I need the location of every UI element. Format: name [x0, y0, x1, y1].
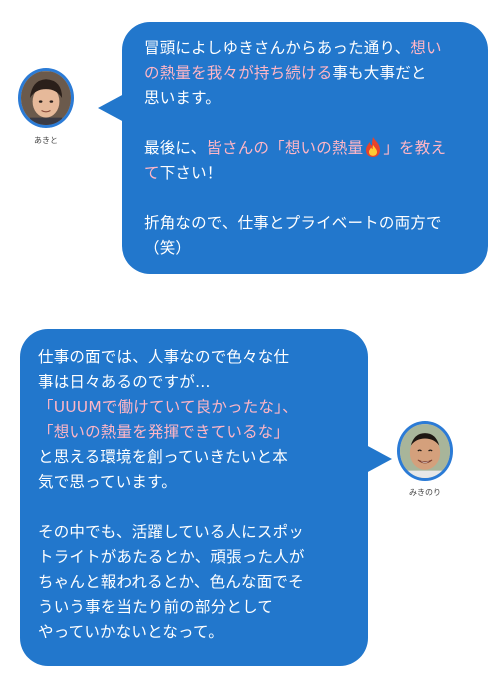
- message-line: 最後に、皆さんの「想いの熱量 」を教え: [144, 136, 472, 161]
- message-text: 最後に、: [144, 139, 207, 157]
- message-text: と思える環境を創っていきたいと本: [38, 448, 288, 466]
- highlighted-text: 想い: [410, 39, 442, 57]
- message-text: 仕事の面では、人事なので色々な仕: [38, 348, 290, 366]
- message-line: トライトがあたるとか、頑張った人が: [38, 545, 354, 570]
- message-text: 気で思っています。: [38, 473, 177, 491]
- message-bubble-akito: 冒頭によしゆきさんからあった通り、想い の熱量を我々が持ち続ける事も大事だと 思いま…: [98, 22, 488, 274]
- message-bubble-mikinori: 仕事の面では、人事なので色々な仕 事は日々あるのですが… 「UUUMで働けていて良か…: [20, 329, 392, 666]
- message-text: その中でも、活躍している人にスポッ: [38, 523, 304, 541]
- message-line: 仕事の面では、人事なので色々な仕: [38, 345, 354, 370]
- highlighted-text: て: [144, 164, 160, 182]
- message-line: と思える環境を創っていきたいと本: [38, 445, 354, 470]
- message-text: （笑）: [144, 239, 192, 257]
- message-text: 下さい！: [159, 164, 223, 182]
- message-text: 事も大事だと: [332, 64, 427, 82]
- message-text-akito: 冒頭によしゆきさんからあった通り、想い の熱量を我々が持ち続ける事も大事だと 思いま…: [144, 36, 472, 261]
- message-line: 思います。: [144, 86, 472, 111]
- message-line: 「UUUMで働けていて良かったな」、: [38, 395, 354, 420]
- message-line: て下さい！: [144, 161, 472, 186]
- avatar-mikinori: [397, 421, 453, 481]
- message-text: ちゃんと報われるとか、色んな面でそ: [38, 573, 304, 591]
- avatar-mikinori-photo: [400, 424, 450, 478]
- message-text-mikinori: 仕事の面では、人事なので色々な仕 事は日々あるのですが… 「UUUMで働けていて良か…: [38, 345, 354, 645]
- message-text: 事は日々あるのですが…: [38, 373, 211, 391]
- message-line: 折角なので、仕事とプライベートの両方で: [144, 211, 472, 236]
- message-text: 冒頭によしゆきさんからあった通り、: [144, 39, 411, 57]
- fire-emoji-icon: [363, 137, 383, 157]
- avatar-akito: [18, 68, 74, 128]
- message-line: の熱量を我々が持ち続ける事も大事だと: [144, 61, 472, 86]
- avatar-akito-photo: [21, 71, 71, 125]
- speaker-name-mikinori: みきのり: [409, 488, 441, 497]
- message-line: （笑）: [144, 236, 472, 261]
- message-line: 「想いの熱量を発揮できているな」: [38, 420, 354, 445]
- highlighted-text: の熱量を我々が持ち続ける: [144, 64, 333, 82]
- message-line: その中でも、活躍している人にスポッ: [38, 520, 354, 545]
- message-line: ういう事を当たり前の部分として: [38, 595, 354, 620]
- message-line: やっていかないとなって。: [38, 620, 354, 645]
- bubble-tail: [366, 445, 392, 473]
- highlighted-text: 皆さんの「想いの熱量: [206, 139, 364, 157]
- bubble-tail: [98, 94, 124, 122]
- message-text: 折角なので、仕事とプライベートの両方で: [144, 214, 442, 232]
- speaker-name-akito: あきと: [34, 136, 58, 145]
- highlighted-text: 「UUUMで働けていて良かったな」、: [38, 398, 298, 416]
- message-line: 事は日々あるのですが…: [38, 370, 354, 395]
- message-text: トライトがあたるとか、頑張った人が: [38, 548, 305, 566]
- message-text: やっていかないとなって。: [38, 623, 224, 641]
- message-line: 冒頭によしゆきさんからあった通り、想い: [144, 36, 472, 61]
- message-line: 気で思っています。: [38, 470, 354, 495]
- message-text: ういう事を当たり前の部分として: [38, 598, 274, 616]
- highlighted-text: 」を教え: [383, 139, 447, 157]
- message-text: 思います。: [144, 89, 221, 107]
- message-line: ちゃんと報われるとか、色んな面でそ: [38, 570, 354, 595]
- highlighted-text: 「想いの熱量を発揮できているな」: [38, 423, 290, 441]
